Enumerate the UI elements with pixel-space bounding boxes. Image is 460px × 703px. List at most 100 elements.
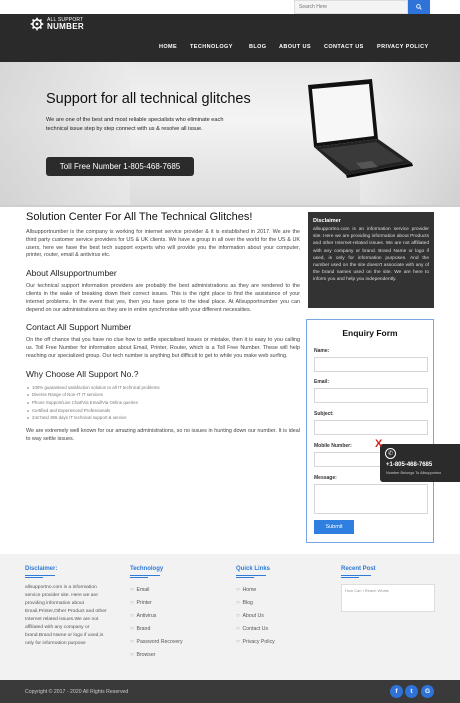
main-heading: Solution Center For All The Technical Gl… bbox=[26, 211, 253, 223]
footer-quick-links-title: Quick Links bbox=[236, 566, 271, 572]
link-label: About Us bbox=[242, 613, 264, 619]
link-label: Antivirus bbox=[136, 613, 157, 619]
link-icon: ☞ bbox=[236, 613, 241, 619]
site-logo[interactable]: ALL SUPPORT NUMBER bbox=[30, 17, 84, 31]
subject-field[interactable] bbox=[314, 420, 428, 435]
footer-link-home[interactable]: ☞ Home bbox=[236, 584, 275, 597]
list-item: 100% guaranteed satisfaction solution to… bbox=[26, 384, 300, 392]
nav-home[interactable]: HOME bbox=[159, 44, 177, 50]
site-footer: Disclaimer: allsupportno.com is a inform… bbox=[0, 554, 460, 680]
form-title: Enquiry Form bbox=[342, 328, 398, 338]
main-nav: HOME TECHNOLOGY BLOG ABOUT US CONTACT US… bbox=[0, 44, 460, 54]
footer-technology-column: Technology ☞ Email ☞ Printer ☞ Antivirus ☞ B… bbox=[130, 566, 183, 662]
close-icon[interactable]: X bbox=[375, 438, 382, 450]
logo-line-2: NUMBER bbox=[47, 21, 84, 31]
list-item: Certified and Experienced Professionals bbox=[26, 407, 300, 415]
hero-banner: Support for all technical glitches We ar… bbox=[0, 62, 460, 205]
message-field[interactable] bbox=[314, 484, 428, 514]
submit-button[interactable]: Submit bbox=[314, 520, 354, 534]
link-icon: ☞ bbox=[130, 652, 135, 658]
footer-link-email[interactable]: ☞ Email bbox=[130, 584, 183, 597]
link-icon: ☞ bbox=[130, 639, 135, 645]
phone-popup[interactable]: X ✆ +1-805-468-7685 Number Belongs To Al… bbox=[375, 438, 460, 482]
footer-link-browser[interactable]: ☞ Browser bbox=[130, 649, 183, 662]
nav-blog[interactable]: BLOG bbox=[249, 44, 267, 50]
gear-logo-icon bbox=[30, 17, 44, 31]
divider bbox=[341, 577, 359, 578]
link-icon: ☞ bbox=[130, 613, 135, 619]
divider bbox=[236, 577, 254, 578]
site-header: ALL SUPPORT NUMBER HOME TECHNOLOGY BLOG … bbox=[0, 14, 460, 62]
name-label: Name: bbox=[314, 348, 330, 354]
why-heading: Why Choose All Support No.? bbox=[26, 368, 139, 379]
list-item: Diverse Range of Non-IT IT services bbox=[26, 391, 300, 399]
list-item: 24x7and 365 days IT technical support & … bbox=[26, 414, 300, 422]
name-field[interactable] bbox=[314, 357, 428, 372]
recent-post-link[interactable]: How Can I Reach Whats bbox=[341, 584, 435, 612]
divider bbox=[236, 575, 266, 576]
disclaimer-box: Disclaimer allsupportno.com is an inform… bbox=[308, 212, 434, 308]
footer-link-about-us[interactable]: ☞ About Us bbox=[236, 610, 275, 623]
link-label: Home bbox=[242, 587, 257, 593]
email-field[interactable] bbox=[314, 388, 428, 403]
search-input[interactable] bbox=[294, 0, 408, 14]
footer-disclaimer-column: Disclaimer: allsupportno.com is a inform… bbox=[25, 566, 113, 648]
nav-privacy-policy[interactable]: PRIVACY POLICY bbox=[377, 44, 429, 50]
link-label: Brand bbox=[136, 626, 151, 632]
link-label: Printer bbox=[136, 600, 152, 606]
subject-label: Subject: bbox=[314, 411, 334, 417]
disclaimer-text: allsupportno.com is an information servi… bbox=[313, 227, 429, 283]
about-heading: About Allsupportnumber bbox=[26, 268, 117, 279]
google-icon[interactable]: G bbox=[421, 685, 434, 698]
link-icon: ☞ bbox=[130, 626, 135, 632]
phone-icon: ✆ bbox=[385, 448, 396, 459]
main-content: Solution Center For All The Technical Gl… bbox=[26, 211, 300, 443]
link-label: Blog bbox=[242, 600, 253, 606]
footer-recent-post-column: Recent Post How Can I Reach Whats bbox=[341, 566, 435, 612]
twitter-icon[interactable]: t bbox=[405, 685, 418, 698]
footer-link-printer[interactable]: ☞ Printer bbox=[130, 597, 183, 610]
link-label: Browser bbox=[136, 652, 156, 658]
link-label: Email bbox=[136, 587, 150, 593]
divider bbox=[25, 575, 55, 576]
toll-free-button[interactable]: Toll Free Number 1-805-468-7685 bbox=[46, 157, 194, 176]
search-button[interactable] bbox=[408, 0, 430, 14]
hero-divider bbox=[0, 205, 460, 207]
mobile-label: Mobile Number: bbox=[314, 443, 352, 449]
footer-link-password-recovery[interactable]: ☞ Password Recovery bbox=[130, 636, 183, 649]
link-label: Contact Us bbox=[242, 626, 269, 632]
footer-link-contact-us[interactable]: ☞ Contact Us bbox=[236, 623, 275, 636]
footer-link-privacy-policy[interactable]: ☞ Privacy Policy bbox=[236, 636, 275, 649]
link-label: Password Recovery bbox=[136, 639, 183, 645]
link-icon: ☞ bbox=[236, 639, 241, 645]
closing-paragraph: We are extremely well known for our amaz… bbox=[26, 427, 300, 442]
footer-link-blog[interactable]: ☞ Blog bbox=[236, 597, 275, 610]
laptop-image bbox=[308, 79, 413, 178]
footer-link-brand[interactable]: ☞ Brand bbox=[130, 623, 183, 636]
popup-number[interactable]: +1-805-468-7685 bbox=[386, 462, 432, 468]
link-label: Privacy Policy bbox=[242, 639, 275, 645]
hero-text: We are one of the best and most reliable… bbox=[46, 117, 224, 132]
link-icon: ☞ bbox=[236, 587, 241, 593]
enquiry-form: Enquiry Form Name: Email: Subject: Mobil… bbox=[306, 319, 434, 543]
divider bbox=[130, 575, 160, 576]
popup-subtitle: Number Belongs To Allsupportno bbox=[386, 471, 442, 475]
email-label: Email: bbox=[314, 379, 330, 385]
list-item: Phone Support/Live Chat/Via Email/Via On… bbox=[26, 399, 300, 407]
footer-recent-post-title: Recent Post bbox=[341, 566, 376, 572]
divider bbox=[25, 577, 43, 578]
footer-disclaimer-text: allsupportno.com is a information servic… bbox=[25, 585, 107, 646]
link-icon: ☞ bbox=[130, 600, 135, 606]
hero-title: Support for all technical glitches bbox=[46, 91, 251, 107]
footer-technology-title: Technology bbox=[130, 566, 164, 572]
facebook-icon[interactable]: f bbox=[390, 685, 403, 698]
disclaimer-title: Disclaimer bbox=[313, 218, 341, 224]
footer-quick-links-column: Quick Links ☞ Home ☞ Blog ☞ About Us ☞ Conta… bbox=[236, 566, 275, 649]
nav-about-us[interactable]: ABOUT US bbox=[279, 44, 311, 50]
link-icon: ☞ bbox=[236, 600, 241, 606]
link-icon: ☞ bbox=[130, 587, 135, 593]
nav-technology[interactable]: TECHNOLOGY bbox=[190, 44, 233, 50]
footer-link-antivirus[interactable]: ☞ Antivirus bbox=[130, 610, 183, 623]
copyright-bar: Copyright © 2017 - 2020 All Rights Reser… bbox=[0, 680, 460, 703]
nav-contact-us[interactable]: CONTACT US bbox=[324, 44, 364, 50]
